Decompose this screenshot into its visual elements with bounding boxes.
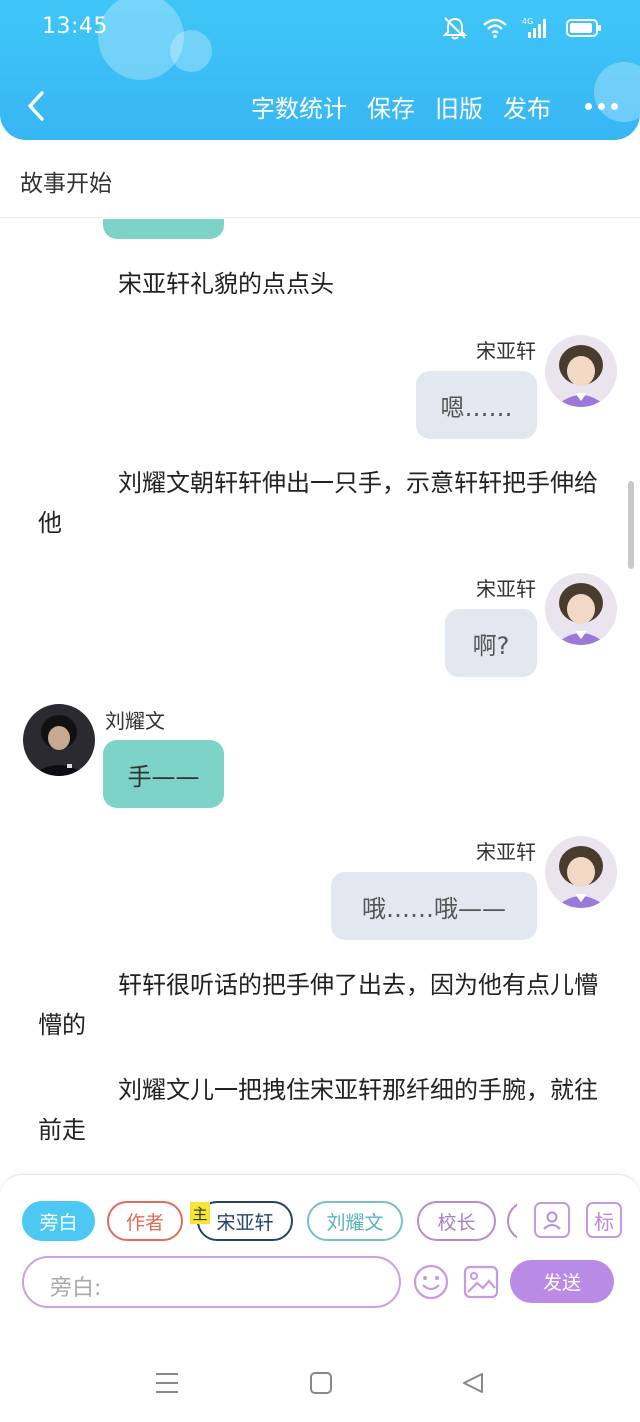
tag-button[interactable]: 标 bbox=[586, 1202, 622, 1238]
send-button[interactable]: 发送 bbox=[510, 1260, 614, 1303]
svg-text:4G: 4G bbox=[522, 17, 533, 26]
wifi-icon bbox=[483, 18, 507, 39]
image-icon[interactable] bbox=[463, 1264, 499, 1300]
header-toolbar: 字数统计 保存 旧版 发布 bbox=[251, 88, 618, 124]
menu-icon[interactable] bbox=[154, 1370, 180, 1396]
narration-text[interactable]: 刘耀文儿一把拽住宋亚轩那纤细的手腕，就往前走 bbox=[38, 1070, 604, 1150]
chevron-left-icon bbox=[28, 91, 44, 121]
role-chip-author[interactable]: 作者 bbox=[107, 1201, 183, 1241]
avatar-song-yaxuan[interactable] bbox=[545, 573, 617, 645]
narration-text[interactable]: 轩轩很听话的把手伸了出去，因为他有点儿懵懵的 bbox=[38, 965, 604, 1045]
person-card-icon[interactable] bbox=[534, 1202, 570, 1238]
text-input[interactable]: 旁白: bbox=[22, 1256, 401, 1308]
decor-circle bbox=[98, 0, 184, 80]
chat-bubble-partial[interactable] bbox=[103, 219, 224, 239]
old-version-button[interactable]: 旧版 bbox=[435, 89, 483, 124]
avatar-liu-yaowen[interactable] bbox=[23, 704, 95, 776]
save-button[interactable]: 保存 bbox=[367, 89, 415, 124]
story-title[interactable]: 故事开始 bbox=[20, 164, 112, 198]
speaker-name: 宋亚轩 bbox=[476, 339, 536, 363]
main-role-tag: 主 bbox=[190, 1202, 210, 1224]
conversation-area[interactable]: 宋亚轩礼貌的点点头 宋亚轩 嗯…… 刘耀文朝轩轩伸出一只手，示意轩轩把手伸给他 … bbox=[0, 219, 640, 1174]
role-chip-narrator[interactable]: 旁白 bbox=[22, 1201, 95, 1241]
smiley-icon[interactable] bbox=[412, 1263, 450, 1301]
top-header: 13:45 4G 字数统计 保存 旧版 发布 bbox=[0, 0, 640, 140]
battery-icon bbox=[566, 19, 601, 37]
status-time: 13:45 bbox=[42, 14, 108, 39]
role-chip-liu-yaowen[interactable]: 刘耀文 bbox=[307, 1201, 403, 1241]
story-title-row: 故事开始 bbox=[0, 140, 640, 218]
speaker-name: 宋亚轩 bbox=[476, 577, 536, 601]
avatar-song-yaxuan[interactable] bbox=[545, 836, 617, 908]
scrollbar[interactable] bbox=[628, 481, 634, 569]
chat-bubble[interactable]: 嗯…… bbox=[416, 371, 537, 439]
system-nav-bar bbox=[0, 1308, 640, 1422]
chat-bubble[interactable]: 哦……哦—— bbox=[331, 872, 537, 940]
more-dots-icon[interactable] bbox=[585, 88, 618, 124]
decor-circle bbox=[170, 30, 212, 72]
avatar-song-yaxuan[interactable] bbox=[545, 335, 617, 407]
role-selector: 旁白 作者 宋亚轩 刘耀文 校长 bbox=[22, 1201, 517, 1245]
back-triangle-icon[interactable] bbox=[461, 1370, 485, 1396]
speaker-name: 宋亚轩 bbox=[476, 840, 536, 864]
status-icons: 4G bbox=[442, 16, 602, 40]
input-placeholder: 旁白: bbox=[50, 1276, 102, 1301]
narration-text[interactable]: 宋亚轩礼貌的点点头 bbox=[38, 264, 604, 304]
chat-bubble[interactable]: 啊? bbox=[445, 609, 537, 677]
speaker-name: 刘耀文 bbox=[105, 709, 165, 733]
role-chip-partial[interactable] bbox=[507, 1201, 517, 1241]
role-chip-principal[interactable]: 校长 bbox=[417, 1201, 496, 1241]
word-count-button[interactable]: 字数统计 bbox=[251, 89, 347, 124]
back-button[interactable] bbox=[20, 84, 52, 128]
role-chip-song-yaxuan[interactable]: 宋亚轩 bbox=[197, 1201, 293, 1241]
bell-off-icon bbox=[442, 17, 468, 40]
home-icon[interactable] bbox=[309, 1370, 333, 1396]
publish-button[interactable]: 发布 bbox=[503, 89, 551, 124]
signal-4g-icon: 4G bbox=[522, 17, 546, 38]
chat-bubble[interactable]: 手—— bbox=[103, 740, 224, 808]
narration-text[interactable]: 刘耀文朝轩轩伸出一只手，示意轩轩把手伸给他 bbox=[38, 463, 604, 543]
